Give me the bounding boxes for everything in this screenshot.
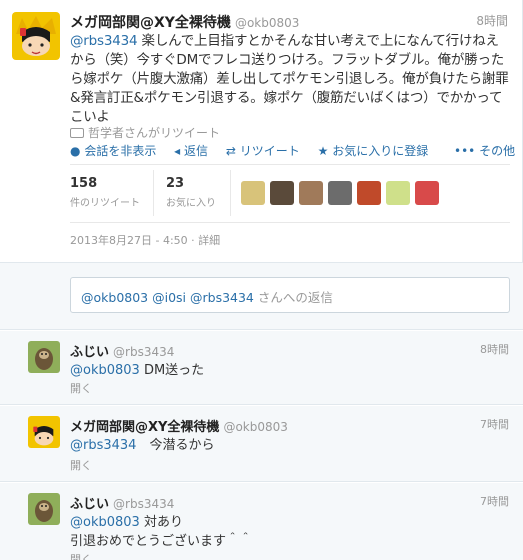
retweet-count-label: 件のリツイート [70, 198, 140, 209]
favorite-button[interactable]: ★ お気に入りに登録 [318, 144, 429, 158]
tweet-text: @rbs3434 今潜るから [70, 438, 215, 453]
favorite-stat[interactable]: 23 お気に入り [166, 176, 216, 209]
retweeter-avatar[interactable] [328, 181, 352, 205]
tweet-text: @okb0803 DM送った [70, 363, 205, 378]
tweet-text: @okb0803 対あり 引退おめでとうございます＾＾ [70, 515, 253, 549]
retweet-count: 158 [70, 176, 98, 191]
divider [230, 170, 231, 216]
author-name[interactable]: ふじい @rbs3434 [70, 341, 174, 360]
author-handle[interactable]: @okb0803 [235, 16, 299, 30]
retweet-icon: ⇄ [225, 144, 236, 158]
ellipsis-icon: ••• [454, 144, 476, 158]
reply-tweet[interactable]: ふじい @rbs3434 7時間 @okb0803 対あり 引退おめでとうございます… [0, 483, 523, 560]
expand-link[interactable]: 開く [70, 380, 92, 396]
hide-conversation-button[interactable]: ● 会話を非表示 [70, 144, 156, 158]
reply-input[interactable]: @okb0803 @i0si @rbs3434 さんへの返信 [70, 277, 510, 313]
divider [70, 164, 510, 165]
tweet-text-line2: 引退おめでとうございます＾＾ [70, 534, 253, 549]
retweet-stat[interactable]: 158 件のリツイート [70, 176, 140, 209]
tweet-time[interactable]: 7時間 [480, 416, 509, 432]
reply-arrow-icon: ◂ [174, 144, 181, 158]
avatar-rbs3434[interactable] [28, 493, 60, 525]
details-link[interactable]: 詳細 [198, 234, 220, 247]
retweeter-avatar[interactable] [386, 181, 410, 205]
display-name[interactable]: メガ岡部関@XY全裸待機 [70, 15, 231, 31]
tweet-actions: ● 会話を非表示 ◂ 返信 ⇄ リツイート ★ お気に入りに登録 ••• その他 [70, 142, 515, 159]
avatar-okb0803[interactable] [28, 416, 60, 448]
author-name[interactable]: メガ岡部関@XY全裸待機 @okb0803 [70, 12, 299, 32]
retweeter-avatar[interactable] [270, 181, 294, 205]
reply-tweet[interactable]: メガ岡部関@XY全裸待機 @okb0803 7時間 @rbs3434 今潜るから … [0, 406, 523, 482]
favorite-count: 23 [166, 176, 185, 191]
retweeted-by-label: 哲学者さんがリツイート [88, 126, 221, 140]
author-name[interactable]: ふじい @rbs3434 [70, 493, 174, 512]
mention-link[interactable]: @okb0803 [70, 363, 140, 378]
reply-area: @okb0803 @i0si @rbs3434 さんへの返信 [0, 262, 523, 330]
expand-link[interactable]: 開く [70, 457, 92, 473]
divider [153, 170, 154, 216]
mention-link[interactable]: @rbs3434 [70, 33, 138, 49]
retweet-button[interactable]: ⇄ リツイート [226, 144, 300, 158]
star-icon: ★ [317, 144, 329, 158]
favorite-count-label: お気に入り [166, 198, 216, 209]
tweet-time[interactable]: 7時間 [480, 493, 509, 509]
tweet-time[interactable]: 8時間 [476, 12, 508, 29]
author-name[interactable]: メガ岡部関@XY全裸待機 @okb0803 [70, 416, 288, 435]
retweeter-avatar[interactable] [415, 181, 439, 205]
avatar-okb0803[interactable] [12, 12, 60, 60]
expand-link[interactable]: 開く [70, 551, 92, 560]
reply-mentions: @okb0803 @i0si @rbs3434 [81, 290, 254, 305]
divider [70, 222, 510, 223]
mention-link[interactable]: @rbs3434 [70, 438, 136, 453]
retweet-small-icon [70, 128, 84, 138]
retweeted-by[interactable]: 哲学者さんがリツイート [70, 124, 220, 141]
tweet-time[interactable]: 8時間 [480, 341, 509, 357]
tweet-text: @rbs3434 楽しんで上目指すとかそんな甘い考えで上になんて行けねえから（笑… [70, 32, 510, 127]
reply-tweet[interactable]: ふじい @rbs3434 8時間 @okb0803 DM送った 開く [0, 331, 523, 405]
avatar-rbs3434[interactable] [28, 341, 60, 373]
speech-bubble-icon: ● [70, 144, 81, 158]
more-button[interactable]: ••• その他 [454, 142, 515, 159]
main-tweet: メガ岡部関@XY全裸待機 @okb0803 8時間 @rbs3434 楽しんで上目… [0, 0, 523, 262]
retweeter-avatar[interactable] [299, 181, 323, 205]
tweet-date: 2013年8月27日 - 4:50 · 詳細 [70, 234, 221, 247]
mention-link[interactable]: @okb0803 [70, 515, 140, 530]
reply-placeholder: さんへの返信 [253, 290, 333, 305]
reply-button[interactable]: ◂ 返信 [174, 144, 208, 158]
retweeter-avatar[interactable] [241, 181, 265, 205]
retweeter-avatar[interactable] [357, 181, 381, 205]
